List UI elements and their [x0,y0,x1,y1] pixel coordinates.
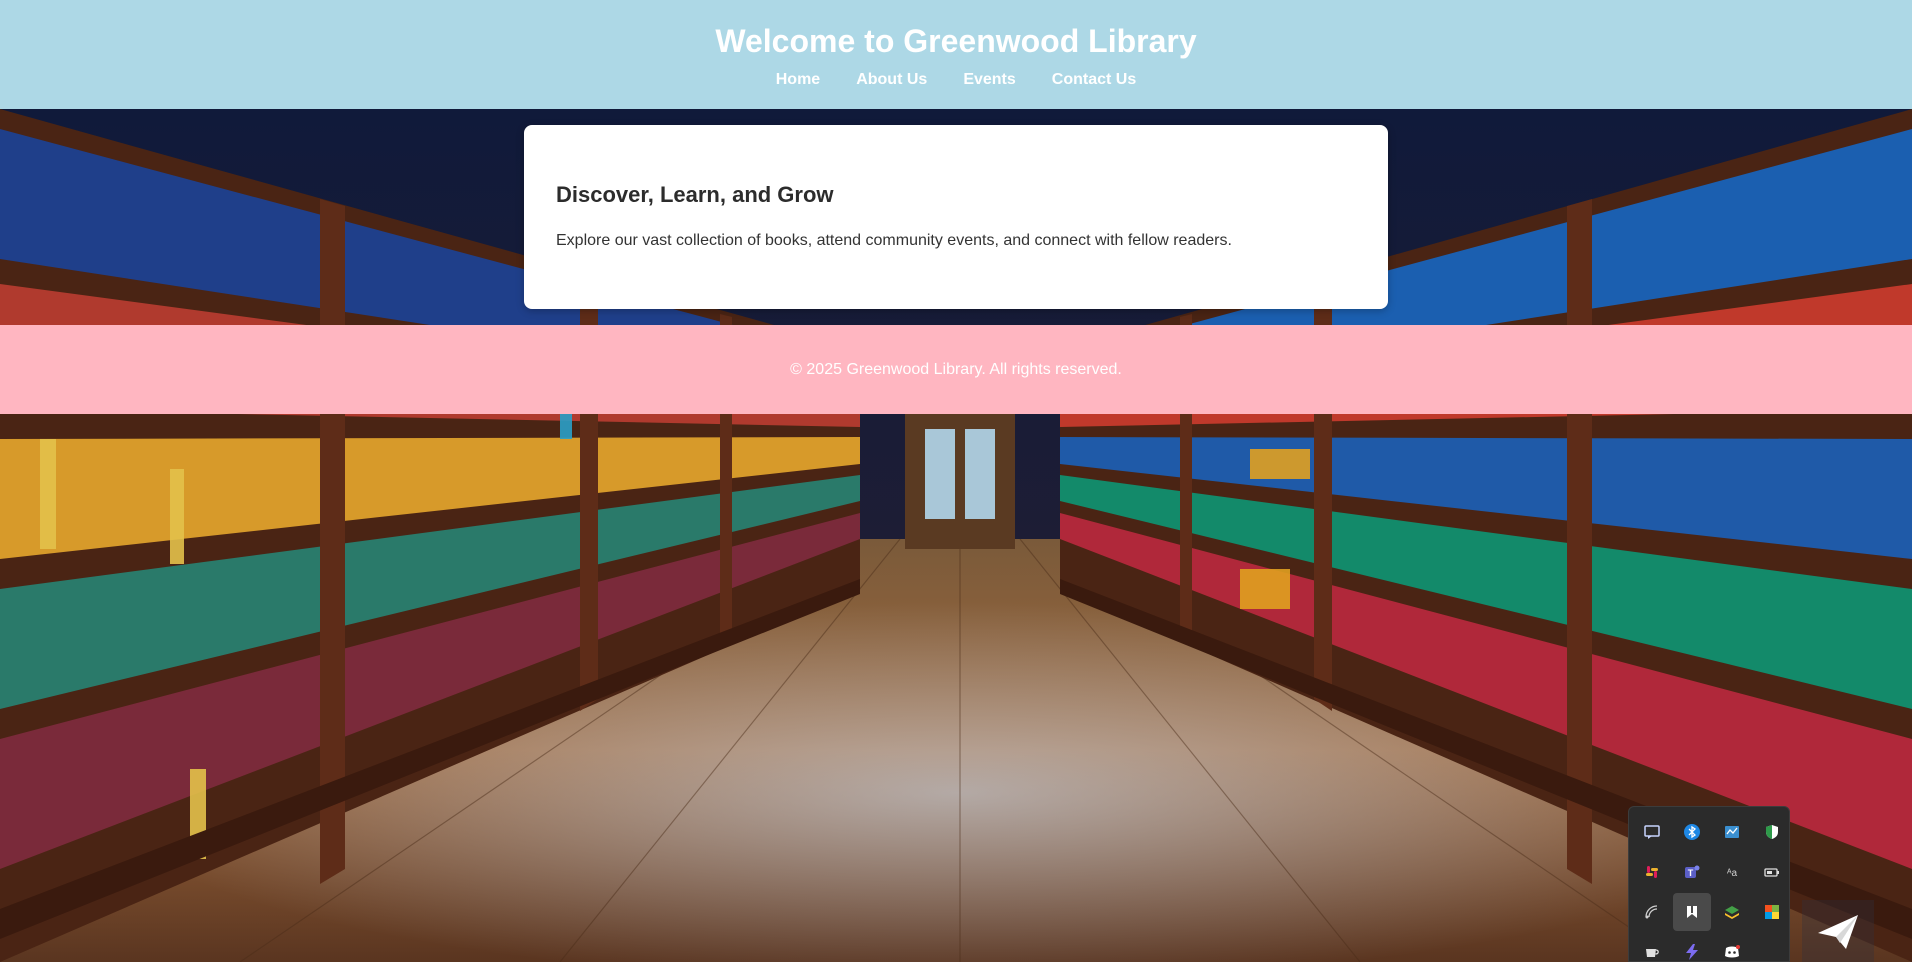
paper-plane-icon [1818,915,1858,949]
bookmark-app-icon[interactable] [1673,893,1711,931]
text-tool-icon[interactable]: ᴬa [1713,853,1751,891]
site-header: Welcome to Greenwood Library Home About … [0,0,1912,109]
security-shield-icon[interactable] [1753,813,1791,851]
copyright-text: © 2025 Greenwood Library. All rights res… [790,360,1122,378]
svg-text:ᴬa: ᴬa [1726,868,1738,879]
teams-icon[interactable]: T [1673,853,1711,891]
hero-card: Discover, Learn, and Grow Explore our va… [524,125,1388,309]
network-monitor-icon[interactable] [1713,813,1751,851]
send-button[interactable] [1802,900,1874,962]
wifi-icon[interactable] [1633,893,1671,931]
slack-icon[interactable] [1633,853,1671,891]
nav-link-home[interactable]: Home [776,70,820,90]
color-picker-icon[interactable] [1753,893,1791,931]
nav-link-about-us[interactable]: About Us [856,70,927,90]
nav-link-events[interactable]: Events [963,70,1015,90]
discord-icon[interactable] [1713,933,1751,962]
chat-icon[interactable] [1633,813,1671,851]
layers-app-icon[interactable] [1713,893,1751,931]
svg-text:T: T [1688,868,1694,878]
system-tray-overflow: T ᴬa [1628,806,1790,962]
bluetooth-icon[interactable] [1673,813,1711,851]
battery-icon[interactable] [1753,853,1791,891]
nav-link-contact-us[interactable]: Contact Us [1052,70,1136,90]
coffee-cup-icon[interactable] [1633,933,1671,962]
site-title: Welcome to Greenwood Library [715,23,1197,59]
main-nav: Home About Us Events Contact Us [0,70,1912,90]
site-footer: © 2025 Greenwood Library. All rights res… [0,325,1912,414]
bolt-app-icon[interactable] [1673,933,1711,962]
hero-heading: Discover, Learn, and Grow [556,182,834,207]
hero-description: Explore our vast collection of books, at… [556,232,1232,249]
